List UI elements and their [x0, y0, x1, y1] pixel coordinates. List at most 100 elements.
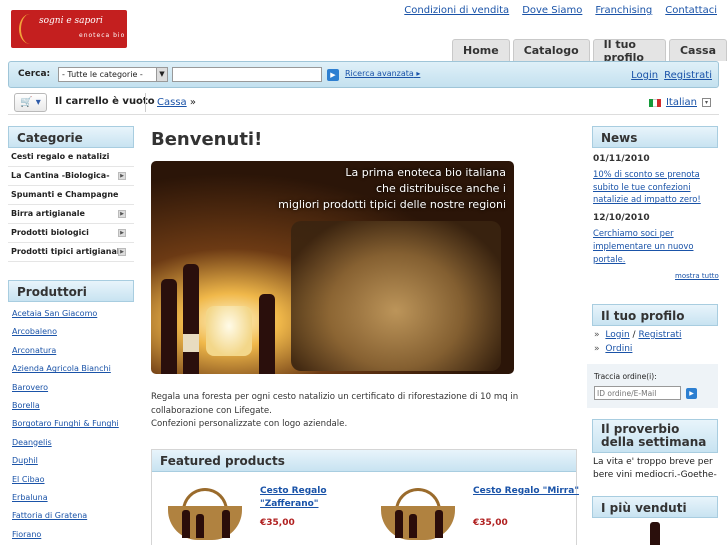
profile-register-link[interactable]: Registrati	[638, 330, 681, 340]
category-item[interactable]: Cesti regalo e natalizi	[8, 148, 134, 167]
show-all-news-link[interactable]: mostra tutto	[675, 272, 719, 280]
wine-bottle-image[interactable]	[650, 522, 660, 545]
product-image[interactable]	[375, 486, 461, 542]
cart-status: Il carrello è vuoto	[55, 96, 155, 107]
producer-link[interactable]: Erbaluna	[12, 493, 48, 502]
cart-icon: 🛒	[20, 97, 33, 108]
category-item[interactable]: La Cantina -Biologica- ▶	[8, 167, 134, 186]
product-card: Cesto Regalo "Mirra" €35,00	[365, 483, 579, 543]
tab-checkout[interactable]: Cassa	[668, 39, 727, 61]
separator: /	[632, 330, 636, 340]
search-bar: Cerca: - Tutte le categorie - ▼ ▶ Ricerc…	[8, 61, 719, 88]
language-label[interactable]: Italian	[666, 97, 697, 108]
chevron-down-icon: ▼	[156, 68, 167, 81]
profile-login-link[interactable]: Login	[605, 330, 629, 340]
product-image[interactable]	[162, 486, 248, 542]
producer-link[interactable]: Azienda Agricola Bianchi	[12, 364, 111, 373]
breadcrumb: Cassa »	[157, 97, 196, 108]
divider	[145, 93, 146, 112]
register-link[interactable]: Registrati	[664, 70, 712, 81]
news-title: News	[592, 126, 718, 148]
link-franchising[interactable]: Franchising	[595, 5, 652, 16]
category-item[interactable]: Prodotti biologici ▶	[8, 224, 134, 243]
category-select[interactable]: - Tutte le categorie - ▼	[58, 67, 168, 82]
logo-subtext: enoteca bio	[79, 32, 126, 39]
profile-box: Il tuo profilo » Login / Registrati » Or…	[592, 304, 718, 354]
search-submit-button[interactable]: ▶	[327, 69, 339, 81]
wine-bottle-image	[161, 279, 177, 374]
category-item[interactable]: Birra artigianale ▶	[8, 205, 134, 224]
link-conditions[interactable]: Condizioni di vendita	[404, 5, 509, 16]
bestsellers-title: I più venduti	[592, 496, 718, 518]
producer-link[interactable]: Arcobaleno	[12, 327, 57, 336]
cart-button[interactable]: 🛒 ▾	[14, 93, 47, 112]
auth-links: Login Registrati	[631, 70, 712, 81]
category-item[interactable]: Prodotti tipici artigianali ▶	[8, 243, 134, 262]
expand-icon[interactable]: ▶	[118, 229, 126, 237]
producer-link[interactable]: Borgotaro Funghi & Funghi	[12, 419, 119, 428]
proverb-title: Il proverbio della settimana	[592, 419, 718, 453]
news-link[interactable]: 10% di sconto se prenota subito le tue c…	[592, 167, 718, 207]
candle-image	[206, 306, 252, 356]
producer-link[interactable]: Acetaia San Giacomo	[12, 309, 97, 318]
featured-title: Featured products	[152, 450, 576, 472]
search-label: Cerca:	[18, 69, 51, 79]
product-price: €35,00	[473, 518, 508, 528]
proverb-box: Il proverbio della settimana La vita e' …	[592, 419, 718, 485]
producer-link[interactable]: Duphil	[12, 456, 38, 465]
expand-icon[interactable]: ▶	[118, 210, 126, 218]
expand-icon[interactable]: ▶	[118, 248, 126, 256]
link-where-we-are[interactable]: Dove Siamo	[522, 5, 582, 16]
tab-home[interactable]: Home	[452, 39, 510, 61]
hero-caption: La prima enoteca bio italiana che distri…	[278, 166, 506, 211]
login-link[interactable]: Login	[631, 70, 658, 81]
news-box: News 01/11/2010 10% di sconto se prenota…	[592, 126, 718, 266]
bestsellers-box: I più venduti	[592, 496, 718, 545]
profile-auth-row: » Login / Registrati	[592, 326, 718, 340]
producer-link[interactable]: Arconatura	[12, 346, 56, 355]
news-date: 01/11/2010	[593, 154, 650, 164]
producer-link[interactable]: Fattoria di Gratena	[12, 511, 87, 520]
tab-profile[interactable]: Il tuo profilo	[592, 38, 666, 64]
producer-link[interactable]: El Cibao	[12, 475, 45, 484]
producer-link[interactable]: Borella	[12, 401, 40, 410]
search-input[interactable]	[172, 67, 322, 82]
category-item[interactable]: Spumanti e Champagne	[8, 186, 134, 205]
producers-title: Produttori	[8, 280, 134, 302]
categories-box: Categorie Cesti regalo e natalizi La Can…	[8, 126, 134, 262]
language-selector[interactable]: Italian ▾	[648, 97, 711, 108]
producer-link[interactable]: Fiorano	[12, 530, 41, 539]
categories-title: Categorie	[8, 126, 134, 148]
orders-link[interactable]: Ordini	[605, 344, 632, 354]
italian-flag-icon	[648, 98, 661, 107]
gift-basket-image	[291, 221, 501, 371]
logo-text: sogni e sapori	[39, 16, 103, 26]
bullet-icon: »	[594, 330, 600, 340]
wine-bottle-image	[183, 264, 199, 374]
track-order-box: Traccia ordine(i): ▶	[587, 364, 718, 408]
tab-catalog[interactable]: Catalogo	[512, 39, 590, 61]
profile-orders-row: » Ordini	[592, 340, 718, 354]
link-contact[interactable]: Contattaci	[665, 5, 717, 16]
track-order-button[interactable]: ▶	[686, 388, 697, 399]
product-card: Cesto Regalo "Zafferano" €35,00	[152, 483, 352, 543]
breadcrumb-checkout[interactable]: Cassa	[157, 97, 187, 108]
site-logo[interactable]: sogni e sapori enoteca bio	[11, 10, 127, 48]
producer-link[interactable]: Barovero	[12, 383, 48, 392]
featured-products-box: Featured products Cesto Regalo "Zafferan…	[151, 449, 579, 545]
cart-row: 🛒 ▾ Il carrello è vuoto Cassa » Italian …	[8, 91, 719, 115]
dropdown-arrow-icon[interactable]: ▾	[702, 98, 711, 107]
logo-swirl	[19, 14, 41, 44]
news-link[interactable]: Cerchiamo soci per implementare un nuovo…	[592, 226, 718, 266]
profile-title: Il tuo profilo	[592, 304, 718, 326]
product-name-link[interactable]: Cesto Regalo "Mirra"	[473, 485, 583, 498]
product-name-link[interactable]: Cesto Regalo "Zafferano"	[260, 485, 340, 511]
track-order-input[interactable]	[594, 386, 681, 400]
producer-link[interactable]: Deangelis	[12, 438, 52, 447]
main-tabs: Home Catalogo Il tuo profilo Cassa	[452, 38, 727, 64]
advanced-search-link[interactable]: Ricerca avanzata ▸	[345, 69, 420, 78]
breadcrumb-separator: »	[189, 97, 196, 108]
track-order-label: Traccia ordine(i):	[594, 372, 657, 381]
expand-icon[interactable]: ▶	[118, 172, 126, 180]
hero-banner[interactable]: La prima enoteca bio italiana che distri…	[151, 161, 514, 374]
